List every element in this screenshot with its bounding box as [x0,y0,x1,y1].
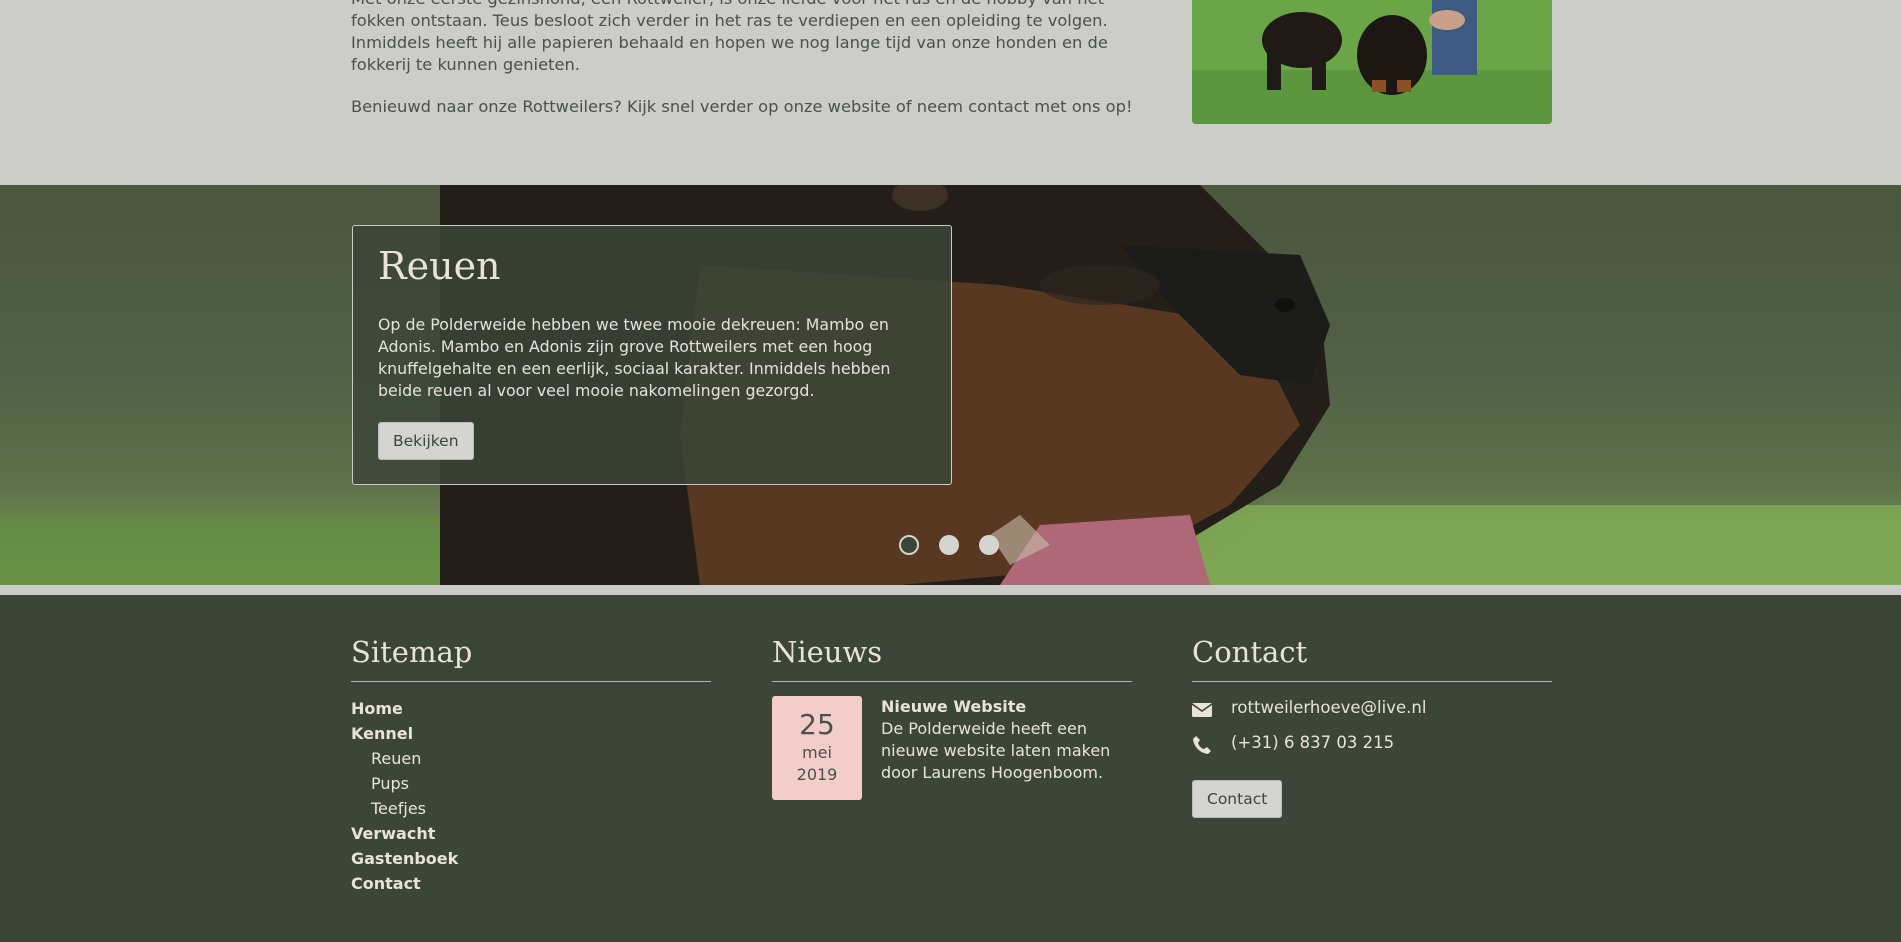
slider-dot-1[interactable] [899,535,919,555]
news-divider [772,681,1132,682]
news-item[interactable]: 25 mei 2019 Nieuwe Website De Polderweid… [772,696,1132,806]
sitemap-column: Sitemap Home Kennel Reuen Pups Teefjes V… [351,635,711,896]
sitemap-link-kennel[interactable]: Kennel [351,721,711,746]
news-body: De Polderweide heeft een nieuwe website … [881,719,1111,782]
phone-icon [1193,736,1211,754]
sitemap-link-home[interactable]: Home [351,696,711,721]
sitemap-link-teefjes[interactable]: Teefjes [351,796,711,821]
sitemap-link-gastenboek[interactable]: Gastenboek [351,846,711,871]
contact-divider [1192,681,1552,682]
sitemap-heading: Sitemap [351,635,473,669]
sitemap-link-pups[interactable]: Pups [351,771,711,796]
intro-text: Met onze eerste gezinshond, een Rottweil… [351,0,1141,138]
footer: Sitemap Home Kennel Reuen Pups Teefjes V… [0,595,1901,942]
slider-dot-2[interactable] [939,535,959,555]
news-date-badge: 25 mei 2019 [772,696,862,800]
sitemap-link-contact[interactable]: Contact [351,871,711,896]
slide-description: Op de Polderweide hebben we twee mooie d… [378,315,891,400]
contact-phone-row: (+31) 6 837 03 215 [1192,731,1552,766]
contact-column: Contact rottweilerhoeve@live.nl (+31) 6 … [1192,635,1552,818]
sitemap-divider [351,681,711,682]
contact-email[interactable]: rottweilerhoeve@live.nl [1231,698,1426,717]
contact-button[interactable]: Contact [1192,780,1283,818]
view-button[interactable]: Bekijken [378,422,474,460]
sitemap-link-reuen[interactable]: Reuen [351,746,711,771]
news-date-day: 25 [799,708,835,741]
hero-slider: Reuen Op de Polderweide hebben we twee m… [0,185,1901,585]
slide-title: Reuen [378,244,501,288]
contact-phone[interactable]: (+31) 6 837 03 215 [1231,733,1394,752]
news-title[interactable]: Nieuwe Website [881,696,1026,718]
intro-section: Met onze eerste gezinshond, een Rottweil… [0,0,1901,185]
divider-band [0,585,1901,595]
intro-dog-photo [1192,0,1552,124]
news-date-year: 2019 [796,765,838,784]
contact-email-row: rottweilerhoeve@live.nl [1192,696,1552,731]
contact-heading: Contact [1192,635,1308,669]
news-date-month: mei [802,743,832,762]
intro-paragraph: Benieuwd naar onze Rottweilers? Kijk sne… [351,97,1133,116]
sitemap-link-verwacht[interactable]: Verwacht [351,821,711,846]
intro-paragraph: Met onze eerste gezinshond, een Rottweil… [351,0,1108,74]
slider-dot-3[interactable] [979,535,999,555]
slide-caption-box: Reuen Op de Polderweide hebben we twee m… [352,225,952,485]
envelope-icon [1192,703,1212,717]
news-column: Nieuws 25 mei 2019 Nieuwe Website De Pol… [772,635,1132,806]
news-heading: Nieuws [772,635,883,669]
